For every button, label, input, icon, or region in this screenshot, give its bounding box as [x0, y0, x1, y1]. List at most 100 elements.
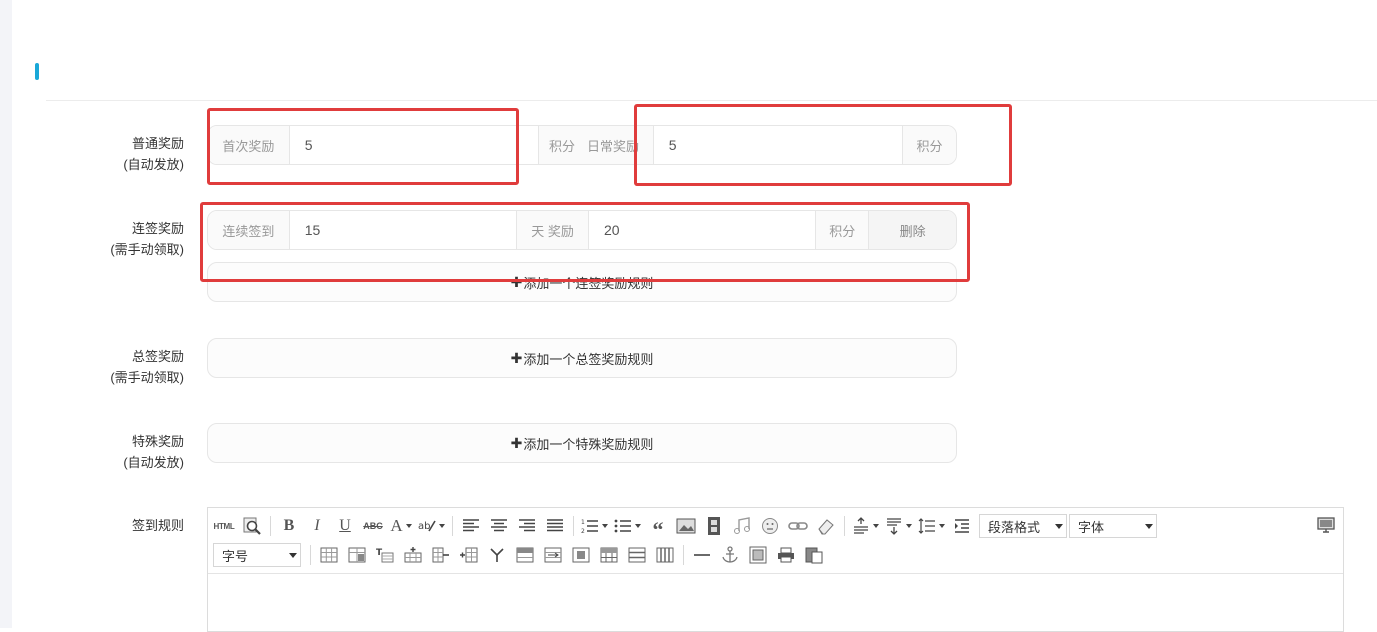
toolbar-row-1: HTML B I U ABC A ab 12 “ 段落格式 字体 — [213, 513, 1159, 541]
first-reward-prefix: 首次奖励 — [208, 126, 290, 164]
streak-points-suffix: 积分 — [816, 211, 870, 249]
align-justify-icon[interactable] — [544, 515, 566, 537]
chevron-down-icon — [602, 524, 608, 528]
unordered-list-icon[interactable] — [614, 515, 641, 537]
plus-icon: ✚ — [510, 273, 523, 290]
paragraph-format-value: 段落格式 — [988, 519, 1041, 535]
insert-row-icon[interactable] — [402, 544, 424, 566]
paragraph-format-select[interactable]: 段落格式 — [979, 514, 1067, 538]
row-spacing-bottom-icon[interactable] — [885, 515, 912, 537]
line-height-icon[interactable] — [918, 515, 945, 537]
insert-paragraph-before-table-icon[interactable]: T — [374, 544, 396, 566]
toolbar-separator — [683, 545, 684, 565]
special-reward-label-note: (自动发放) — [123, 455, 184, 470]
rich-text-editor: HTML B I U ABC A ab 12 “ 段落格式 字体 字号 T — [207, 507, 1344, 632]
image-icon[interactable] — [675, 515, 697, 537]
add-special-rule-button[interactable]: ✚ 添加一个特殊奖励规则 — [207, 423, 957, 463]
align-right-icon[interactable] — [516, 515, 538, 537]
print-icon[interactable] — [775, 544, 797, 566]
underline-icon[interactable]: U — [334, 515, 356, 537]
delete-rule-button[interactable]: 删除 — [869, 211, 956, 249]
streak-rule-input-group: 连续签到 15 天 奖励 20 积分 删除 — [207, 210, 957, 250]
video-icon[interactable] — [703, 515, 725, 537]
daily-reward-suffix: 积分 — [903, 126, 956, 164]
editor-toolbar: HTML B I U ABC A ab 12 “ 段落格式 字体 字号 T — [208, 508, 1343, 574]
streak-points-input[interactable]: 20 — [588, 211, 817, 249]
plus-icon: ✚ — [510, 349, 523, 366]
merge-right-icon[interactable] — [542, 544, 564, 566]
daily-reward-input[interactable]: 5 — [653, 126, 904, 164]
toolbar-separator — [452, 516, 453, 536]
total-reward-label: 总签奖励 (需手动领取) — [60, 346, 184, 388]
toolbar-separator — [270, 516, 271, 536]
strikethrough-icon[interactable]: ABC — [362, 515, 384, 537]
ordered-list-icon[interactable]: 12 — [581, 515, 608, 537]
streak-reward-label-title: 连签奖励 — [131, 221, 184, 236]
horizontal-rule-icon[interactable] — [691, 544, 713, 566]
toolbar-separator — [844, 516, 845, 536]
align-left-icon[interactable] — [460, 515, 482, 537]
header-divider — [46, 100, 1377, 101]
row-spacing-top-icon[interactable] — [852, 515, 879, 537]
fullscreen-icon[interactable] — [1317, 517, 1335, 537]
streak-days-input[interactable]: 15 — [289, 211, 518, 249]
toolbar-row-2: 字号 T — [213, 542, 831, 568]
special-reward-label: 特殊奖励 (自动发放) — [60, 431, 184, 473]
insert-table-icon[interactable] — [318, 544, 340, 566]
streak-reward-label-note: (需手动领取) — [110, 242, 184, 257]
left-sidebar-strip — [0, 0, 12, 628]
split-to-cols-icon[interactable] — [654, 544, 676, 566]
insert-column-icon[interactable] — [458, 544, 480, 566]
delete-row-icon[interactable] — [430, 544, 452, 566]
paste-icon[interactable] — [803, 544, 825, 566]
insert-frame-icon[interactable] — [747, 544, 769, 566]
highlight-color-icon[interactable]: ab — [418, 515, 445, 537]
chevron-down-icon — [635, 524, 641, 528]
bold-icon[interactable]: B — [278, 515, 300, 537]
add-streak-rule-button[interactable]: ✚ 添加一个连签奖励规则 — [207, 262, 957, 302]
toolbar-separator — [573, 516, 574, 536]
streak-days-prefix: 连续签到 — [208, 211, 290, 249]
add-total-rule-button[interactable]: ✚ 添加一个总签奖励规则 — [207, 338, 957, 378]
font-family-select[interactable]: 字体 — [1069, 514, 1157, 538]
delete-column-icon[interactable] — [486, 544, 508, 566]
emoticon-icon[interactable] — [759, 515, 781, 537]
normal-reward-input-group: 首次奖励 5 积分 日常奖励 5 积分 — [207, 125, 957, 165]
first-reward-input[interactable]: 5 — [289, 126, 540, 164]
merge-cells-icon[interactable] — [514, 544, 536, 566]
merge-down-icon[interactable] — [570, 544, 592, 566]
split-to-rows-icon[interactable] — [626, 544, 648, 566]
chevron-down-icon — [873, 524, 879, 528]
align-center-icon[interactable] — [488, 515, 510, 537]
special-reward-label-title: 特殊奖励 — [131, 434, 184, 449]
first-reward-suffix: 积分 — [539, 126, 585, 164]
section-accent-bar — [35, 63, 39, 80]
chevron-down-icon — [405, 524, 412, 528]
chevron-down-icon — [906, 524, 912, 528]
font-color-icon[interactable]: A — [390, 515, 412, 537]
streak-reward-mid: 天 奖励 — [517, 211, 589, 249]
total-reward-label-title: 总签奖励 — [131, 349, 184, 364]
streak-reward-label: 连签奖励 (需手动领取) — [60, 218, 184, 260]
preview-icon[interactable] — [241, 515, 263, 537]
eraser-icon[interactable] — [815, 515, 837, 537]
link-icon[interactable] — [787, 515, 809, 537]
blockquote-icon[interactable]: “ — [647, 515, 669, 541]
chevron-down-icon — [939, 524, 945, 528]
toolbar-separator — [310, 545, 311, 565]
editor-content-area[interactable] — [208, 574, 1343, 632]
italic-icon[interactable]: I — [306, 515, 328, 537]
total-reward-label-note: (需手动领取) — [110, 370, 184, 385]
music-icon[interactable] — [731, 515, 753, 537]
add-total-rule-label: 添加一个总签奖励规则 — [523, 351, 654, 367]
source-html-button[interactable]: HTML — [213, 515, 235, 537]
sign-rules-label: 签到规则 — [131, 518, 184, 533]
chevron-down-icon — [1145, 524, 1153, 529]
indent-icon[interactable] — [951, 515, 973, 537]
svg-text:2: 2 — [581, 528, 585, 534]
anchor-icon[interactable] — [719, 544, 741, 566]
chevron-down-icon — [289, 553, 297, 558]
split-cells-icon[interactable] — [598, 544, 620, 566]
table-properties-icon[interactable] — [346, 544, 368, 566]
font-size-select[interactable]: 字号 — [213, 543, 301, 567]
